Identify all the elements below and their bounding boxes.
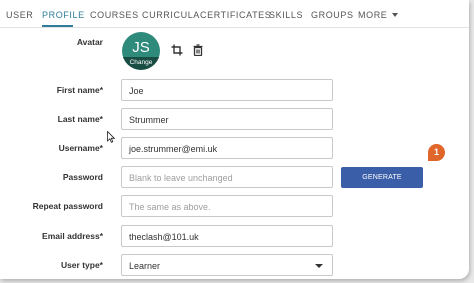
dropdown-arrow-icon <box>315 264 323 268</box>
mouse-cursor-icon <box>107 131 115 143</box>
tab-skills[interactable]: SKILLS <box>269 10 303 20</box>
username-field[interactable]: joe.strummer@emi.uk <box>121 137 333 159</box>
avatar[interactable]: JS Change <box>122 32 160 70</box>
generate-password-button[interactable]: GENERATE PASSWORD <box>341 167 423 202</box>
caret-down-icon <box>392 13 399 17</box>
last-name-field[interactable]: Strummer <box>121 108 333 130</box>
avatar-label: Avatar <box>76 37 103 47</box>
last-name-label: Last name* <box>57 114 103 124</box>
first-name-label: First name* <box>56 85 103 95</box>
password-field[interactable]: Blank to leave unchanged <box>121 166 333 188</box>
profile-card: USER PROFILE COURSES CURRICULA CERTIFICA… <box>0 0 469 279</box>
repeat-password-placeholder: The same as above. <box>129 202 211 212</box>
user-type-value: Learner <box>129 261 161 271</box>
tab-profile[interactable]: PROFILE <box>42 10 85 20</box>
tab-courses[interactable]: COURSES <box>90 10 139 20</box>
active-tab-indicator <box>42 25 73 27</box>
user-type-select[interactable]: Learner <box>121 254 333 276</box>
tab-more-label: MORE <box>358 10 388 20</box>
avatar-change-button[interactable]: Change <box>122 57 160 70</box>
email-field[interactable]: theclash@101.uk <box>121 225 333 247</box>
tab-groups[interactable]: GROUPS <box>311 10 354 20</box>
password-placeholder: Blank to leave unchanged <box>129 173 233 183</box>
crop-icon[interactable] <box>171 44 183 56</box>
user-type-label: User type* <box>60 260 103 270</box>
password-label: Password <box>62 172 103 182</box>
step-badge: 1 <box>428 144 445 161</box>
tab-curricula[interactable]: CURRICULA <box>142 10 200 20</box>
tab-more[interactable]: MORE <box>358 10 399 20</box>
repeat-password-label: Repeat password <box>32 201 103 211</box>
first-name-field[interactable]: Joe <box>121 79 333 101</box>
trash-icon[interactable] <box>192 44 204 56</box>
email-value: theclash@101.uk <box>129 232 199 242</box>
username-label: Username* <box>58 143 103 153</box>
tab-user[interactable]: USER <box>6 10 33 20</box>
tab-bar: USER PROFILE COURSES CURRICULA CERTIFICA… <box>0 0 469 28</box>
repeat-password-field[interactable]: The same as above. <box>121 195 333 217</box>
username-value: joe.strummer@emi.uk <box>129 144 218 154</box>
tab-certificates[interactable]: CERTIFICATES <box>200 10 271 20</box>
email-label: Email address* <box>42 231 103 241</box>
last-name-value: Strummer <box>129 115 169 125</box>
first-name-value: Joe <box>129 86 144 96</box>
avatar-initials: JS <box>132 39 150 56</box>
